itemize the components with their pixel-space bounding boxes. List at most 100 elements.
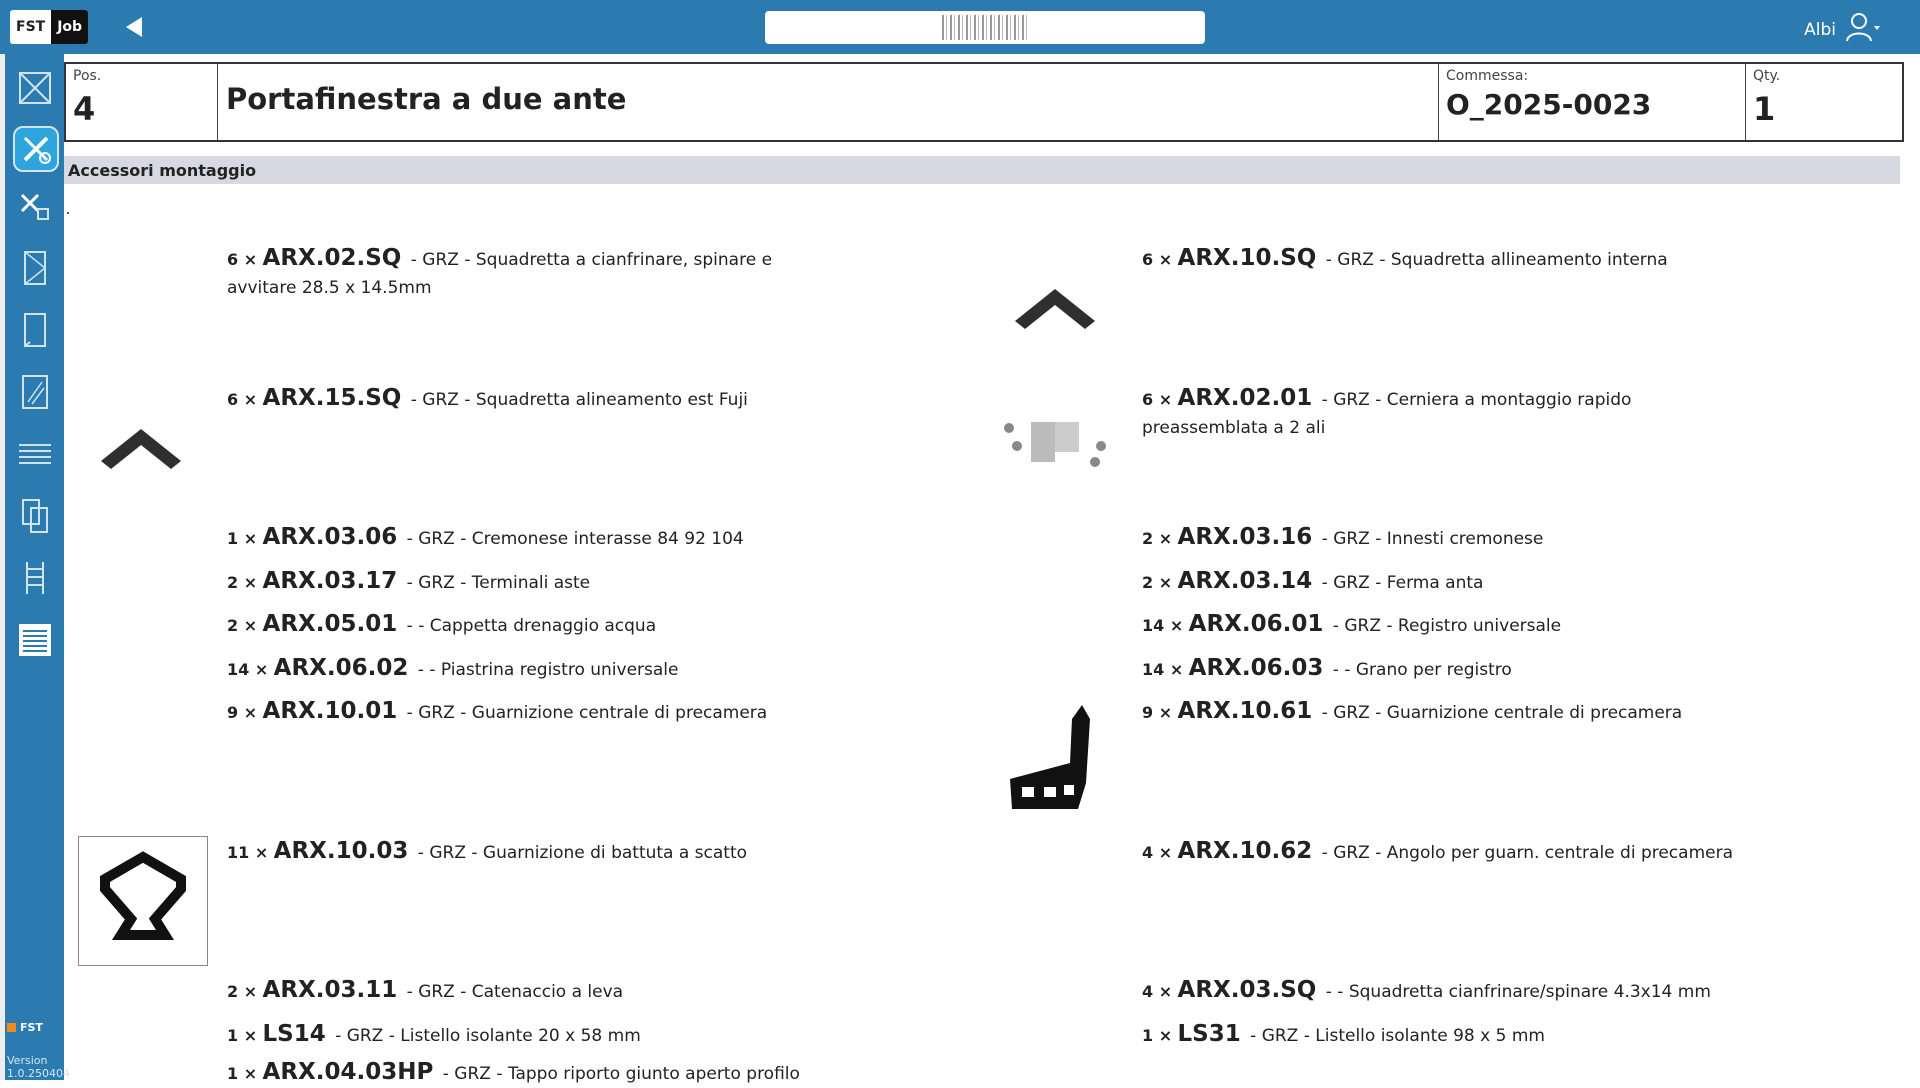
user-menu[interactable]: Albi: [1804, 12, 1880, 47]
door-icon[interactable]: [13, 308, 57, 352]
copy-icon[interactable]: [13, 494, 57, 538]
list-item[interactable]: 1 × LS14 - GRZ - Listello isolante 20 x …: [227, 1020, 641, 1050]
list-item[interactable]: 1 × ARX.04.03HP - GRZ - Tappo riporto gi…: [227, 1058, 800, 1088]
item-code: ARX.06.03: [1188, 655, 1324, 681]
tools-icon[interactable]: [13, 126, 59, 172]
list-item[interactable]: 6 × ARX.15.SQ - GRZ - Squadretta alineam…: [227, 384, 748, 414]
item-qty: 1 ×: [227, 1064, 258, 1083]
app-logo[interactable]: FST Job: [10, 10, 89, 44]
list-item[interactable]: 14 × ARX.06.01 - GRZ - Registro universa…: [1142, 610, 1561, 640]
item-desc-2: preassemblata a 2 ali: [1142, 418, 1326, 438]
item-code: ARX.10.62: [1177, 838, 1313, 864]
list-item[interactable]: 14 × ARX.06.02 - - Piastrina registro un…: [227, 654, 679, 684]
item-qty: 14 ×: [1142, 616, 1184, 635]
layers-icon[interactable]: [13, 432, 57, 476]
item-code: ARX.10.61: [1177, 698, 1313, 724]
sash-icon[interactable]: [13, 246, 57, 290]
item-code: ARX.06.01: [1188, 611, 1324, 637]
version-text: Version 1.0.250404: [7, 1054, 70, 1080]
pos-label: Pos.: [73, 68, 102, 84]
commessa-value: O_2025-0023: [1446, 88, 1652, 121]
pos-value: 4: [73, 90, 96, 128]
list-item[interactable]: 2 × ARX.03.14 - GRZ - Ferma anta: [1142, 567, 1483, 597]
item-code: ARX.15.SQ: [262, 385, 402, 411]
item-image-arx-10-61: [989, 693, 1121, 825]
item-code: ARX.03.14: [1177, 568, 1313, 594]
item-image-arx-10-sq: [989, 240, 1121, 372]
list-item[interactable]: 2 × ARX.03.11 - GRZ - Catenaccio a leva: [227, 976, 623, 1006]
item-desc: - GRZ - Cremonese interasse 84 92 104: [406, 529, 744, 549]
item-image-arx-10-03: [78, 836, 208, 966]
item-qty: 14 ×: [1142, 660, 1184, 679]
item-desc: - GRZ - Registro universale: [1332, 616, 1562, 636]
item-code: ARX.03.17: [262, 568, 398, 594]
sidebar: FST Version 1.0.250404: [0, 54, 70, 1080]
list-item[interactable]: 6 × ARX.02.01 - GRZ - Cerniera a montagg…: [1142, 384, 1631, 442]
item-desc: - GRZ - Catenaccio a leva: [406, 982, 624, 1002]
list-item[interactable]: 6 × ARX.10.SQ - GRZ - Squadretta allinea…: [1142, 244, 1668, 274]
item-code: ARX.02.01: [1177, 385, 1313, 411]
item-qty: 6 ×: [1142, 250, 1173, 269]
item-desc: - GRZ - Squadretta allineamento interna: [1325, 250, 1668, 270]
list-item[interactable]: 2 × ARX.05.01 - - Cappetta drenaggio acq…: [227, 610, 656, 640]
item-desc: - - Grano per registro: [1332, 660, 1512, 680]
user-icon: [1846, 12, 1880, 47]
commessa-cell: Commessa: O_2025-0023: [1439, 64, 1746, 140]
user-name: Albi: [1804, 19, 1836, 40]
item-desc-2: avvitare 28.5 x 14.5mm: [227, 278, 432, 298]
footer-brand: FST: [20, 1021, 43, 1034]
item-desc: - GRZ - Squadretta alineamento est Fuji: [410, 390, 748, 410]
item-qty: 4 ×: [1142, 843, 1173, 862]
title-cell: Portafinestra a due ante: [218, 64, 1439, 140]
item-desc: - - Squadretta cianfrinare/spinare 4.3x1…: [1325, 982, 1711, 1002]
list-item[interactable]: 4 × ARX.10.62 - GRZ - Angolo per guarn. …: [1142, 837, 1733, 867]
item-code: LS14: [262, 1021, 326, 1047]
item-code: ARX.10.01: [262, 698, 398, 724]
fst-mini-logo-icon: [7, 1023, 16, 1032]
item-code: ARX.03.06: [262, 524, 398, 550]
list-item[interactable]: 6 × ARX.02.SQ - GRZ - Squadretta a cianf…: [227, 244, 772, 302]
item-desc: - GRZ - Guarnizione di battuta a scatto: [417, 843, 748, 863]
item-qty: 6 ×: [227, 390, 258, 409]
item-desc: - GRZ - Listello isolante 20 x 58 mm: [335, 1026, 641, 1046]
item-desc: - GRZ - Ferma anta: [1321, 573, 1484, 593]
list-item[interactable]: 11 × ARX.10.03 - GRZ - Guarnizione di ba…: [227, 837, 747, 867]
item-code: ARX.03.11: [262, 977, 398, 1003]
item-desc: - GRZ - Cerniera a montaggio rapido: [1321, 390, 1632, 410]
list-item[interactable]: 14 × ARX.06.03 - - Grano per registro: [1142, 654, 1512, 684]
page-title: Portafinestra a due ante: [226, 82, 627, 116]
glass-icon[interactable]: [13, 370, 57, 414]
item-image-arx-02-01: [989, 380, 1121, 512]
item-desc: - GRZ - Angolo per guarn. centrale di pr…: [1321, 843, 1734, 863]
item-qty: 6 ×: [227, 250, 258, 269]
item-qty: 9 ×: [227, 703, 258, 722]
list-item[interactable]: 2 × ARX.03.17 - GRZ - Terminali aste: [227, 567, 590, 597]
tools-parts-icon[interactable]: [13, 184, 57, 228]
back-arrow-icon[interactable]: [122, 15, 146, 39]
item-code: ARX.04.03HP: [262, 1059, 434, 1085]
item-qty: 9 ×: [1142, 703, 1173, 722]
barcode-icon: [942, 15, 1028, 40]
item-code: ARX.05.01: [262, 611, 398, 637]
frame-icon[interactable]: [13, 66, 57, 110]
item-code: LS31: [1177, 1021, 1241, 1047]
item-qty: 2 ×: [1142, 529, 1173, 548]
logo-job: Job: [51, 10, 89, 44]
item-code: ARX.03.SQ: [1177, 977, 1317, 1003]
sidebar-edge: [0, 54, 5, 1080]
item-desc: - GRZ - Innesti cremonese: [1321, 529, 1544, 549]
ladder-icon[interactable]: [13, 556, 57, 600]
list-item[interactable]: 1 × ARX.03.06 - GRZ - Cremonese interass…: [227, 523, 744, 553]
list-item[interactable]: 2 × ARX.03.16 - GRZ - Innesti cremonese: [1142, 523, 1543, 553]
item-qty: 6 ×: [1142, 390, 1173, 409]
list-item[interactable]: 4 × ARX.03.SQ - - Squadretta cianfrinare…: [1142, 976, 1711, 1006]
item-desc: - GRZ - Guarnizione centrale di precamer…: [1321, 703, 1683, 723]
list-icon[interactable]: [13, 618, 57, 662]
list-item[interactable]: 9 × ARX.10.01 - GRZ - Guarnizione centra…: [227, 697, 767, 727]
list-item[interactable]: 1 × LS31 - GRZ - Listello isolante 98 x …: [1142, 1020, 1545, 1050]
item-qty: 2 ×: [1142, 573, 1173, 592]
item-qty: 1 ×: [1142, 1026, 1173, 1045]
item-qty: 4 ×: [1142, 982, 1173, 1001]
list-item[interactable]: 9 × ARX.10.61 - GRZ - Guarnizione centra…: [1142, 697, 1682, 727]
barcode-search-input[interactable]: [765, 11, 1205, 44]
